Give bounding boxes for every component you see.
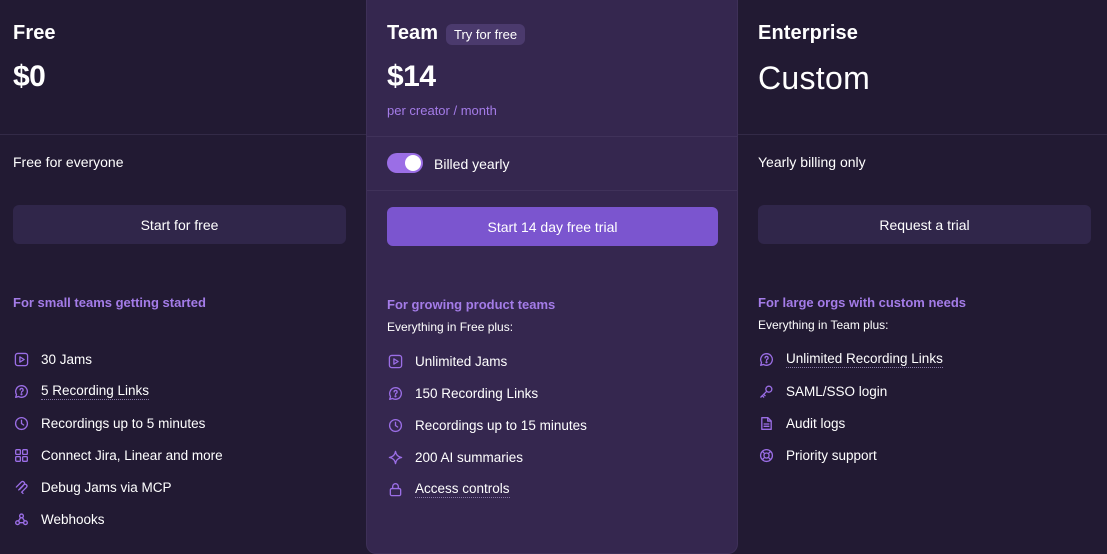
feature-label: SAML/SSO login	[786, 383, 888, 399]
message-question-icon	[13, 383, 29, 399]
lock-icon	[387, 481, 403, 497]
tier-name: Enterprise	[758, 22, 858, 44]
document-icon	[758, 415, 774, 431]
feature-label[interactable]: Access controls	[415, 481, 510, 498]
feature-label: Connect Jira, Linear and more	[41, 447, 223, 463]
request-trial-button[interactable]: Request a trial	[758, 205, 1091, 244]
includes-note: Everything in Free plus:	[387, 320, 514, 334]
tier-price: Custom	[758, 60, 871, 96]
feature-label[interactable]: 5 Recording Links	[41, 383, 150, 400]
sparkle-icon	[387, 449, 403, 465]
webhook-icon	[13, 511, 29, 527]
tier-tagline: For growing product teams	[387, 297, 556, 312]
feature-item: Unlimited Recording Links	[758, 343, 943, 375]
feature-list: Unlimited Recording Links SAML/SSO login…	[758, 343, 943, 471]
message-question-icon	[387, 385, 403, 401]
tier-price: $0	[13, 60, 46, 93]
feature-item: 30 Jams	[13, 343, 223, 375]
feature-list: Unlimited Jams 150 Recording Links Recor…	[387, 345, 587, 505]
clock-icon	[387, 417, 403, 433]
feature-item: Unlimited Jams	[387, 345, 587, 377]
includes-note: Everything in Team plus:	[758, 318, 889, 332]
pricing-column-team: Team Try for free $14 per creator / mont…	[366, 0, 738, 554]
tier-name: Team	[387, 22, 439, 44]
billing-toggle[interactable]	[387, 153, 423, 173]
feature-label[interactable]: Unlimited Recording Links	[786, 351, 943, 368]
key-icon	[758, 383, 774, 399]
feature-item: Connect Jira, Linear and more	[13, 439, 223, 471]
feature-item: Webhooks	[13, 503, 223, 535]
pricing-column-free: Free $0 Free for everyone Start for free…	[0, 0, 366, 554]
mcp-icon	[13, 479, 29, 495]
lifebuoy-icon	[758, 447, 774, 463]
feature-label: Recordings up to 5 minutes	[41, 415, 206, 431]
feature-item: 5 Recording Links	[13, 375, 223, 407]
price-period: per creator / month	[387, 103, 497, 118]
play-icon	[387, 353, 403, 369]
feature-label: Audit logs	[786, 415, 846, 431]
message-question-icon	[758, 351, 774, 367]
tier-price: $14	[387, 60, 436, 93]
clock-icon	[13, 415, 29, 431]
billing-note: Free for everyone	[13, 154, 124, 170]
feature-label: Unlimited Jams	[415, 353, 508, 369]
try-for-free-badge: Try for free	[446, 24, 526, 45]
feature-label: 200 AI summaries	[415, 449, 524, 465]
billing-note: Yearly billing only	[758, 154, 866, 170]
start-for-free-button[interactable]: Start for free	[13, 205, 346, 244]
feature-item: Audit logs	[758, 407, 943, 439]
toggle-knob	[405, 155, 421, 171]
divider	[0, 134, 366, 135]
play-icon	[13, 351, 29, 367]
feature-item: Access controls	[387, 473, 587, 505]
feature-item: Debug Jams via MCP	[13, 471, 223, 503]
tier-tagline: For large orgs with custom needs	[758, 295, 967, 310]
feature-item: SAML/SSO login	[758, 375, 943, 407]
tier-tagline: For small teams getting started	[13, 295, 206, 310]
divider	[367, 136, 737, 137]
feature-label: Recordings up to 15 minutes	[415, 417, 587, 433]
pricing-column-enterprise: Enterprise Custom Yearly billing only Re…	[738, 0, 1107, 554]
start-trial-button[interactable]: Start 14 day free trial	[387, 207, 718, 246]
feature-item: 200 AI summaries	[387, 441, 587, 473]
divider	[738, 134, 1107, 135]
feature-list: 30 Jams 5 Recording Links Recordings up …	[13, 343, 223, 535]
tier-name: Free	[13, 22, 56, 44]
feature-label: 150 Recording Links	[415, 385, 539, 401]
grid-icon	[13, 447, 29, 463]
feature-label: Priority support	[786, 447, 877, 463]
feature-item: Recordings up to 5 minutes	[13, 407, 223, 439]
feature-label: Webhooks	[41, 511, 105, 527]
feature-item: 150 Recording Links	[387, 377, 587, 409]
feature-item: Recordings up to 15 minutes	[387, 409, 587, 441]
feature-label: Debug Jams via MCP	[41, 479, 172, 495]
feature-label: 30 Jams	[41, 351, 93, 367]
divider	[367, 190, 737, 191]
feature-item: Priority support	[758, 439, 943, 471]
billing-toggle-label: Billed yearly	[434, 156, 510, 172]
